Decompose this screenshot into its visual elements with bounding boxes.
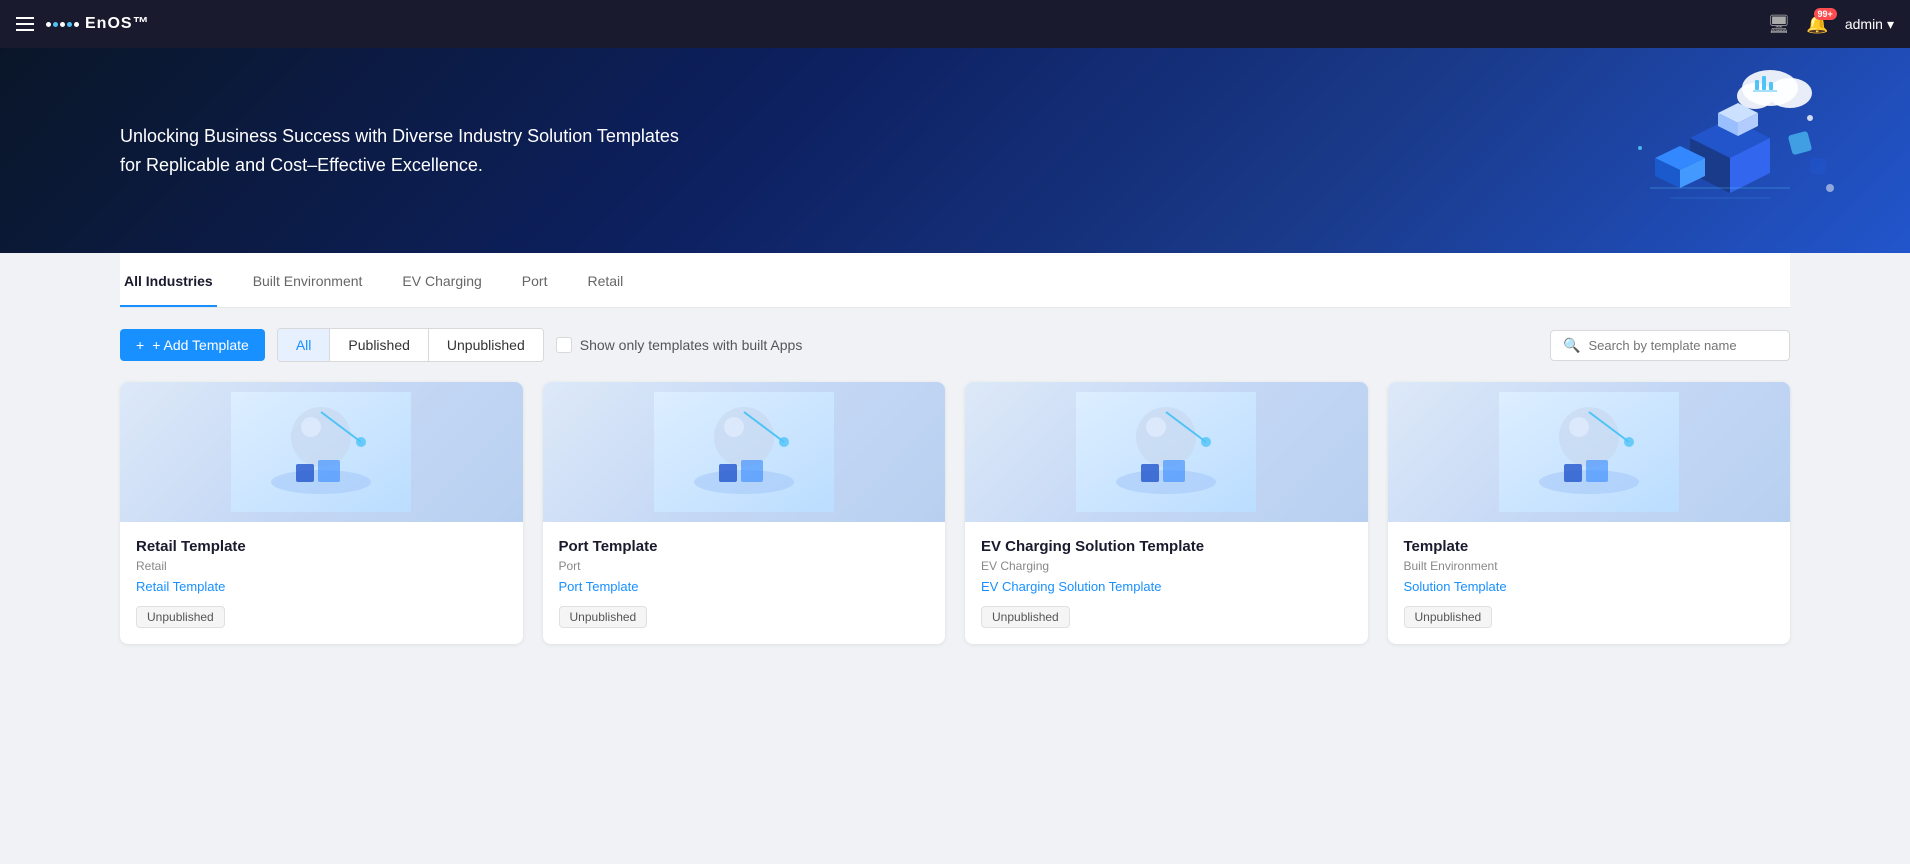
hero-graphic <box>1570 58 1850 233</box>
main-content: All Industries Built Environment EV Char… <box>0 253 1910 684</box>
card-body-port: Port Template Port Port Template Unpubli… <box>543 522 946 644</box>
card-image-port <box>543 382 946 522</box>
card-built-env-template[interactable]: Template Built Environment Solution Temp… <box>1388 382 1791 644</box>
search-icon: 🔍 <box>1563 337 1580 354</box>
card-port-template[interactable]: Port Template Port Port Template Unpubli… <box>543 382 946 644</box>
search-box: 🔍 <box>1550 330 1790 361</box>
logo-dots <box>46 22 79 27</box>
card-subtitle-ev: EV Charging Solution Template <box>981 579 1352 594</box>
tab-ev-charging[interactable]: EV Charging <box>398 257 485 307</box>
card-subtitle-built-env: Solution Template <box>1404 579 1775 594</box>
card-badge-built-env: Unpublished <box>1404 606 1493 628</box>
card-title-retail: Retail Template <box>136 538 507 555</box>
card-image-ev <box>965 382 1368 522</box>
logo-dot-5 <box>74 22 79 27</box>
tab-built-environment[interactable]: Built Environment <box>249 257 367 307</box>
card-ev-charging-template[interactable]: EV Charging Solution Template EV Chargin… <box>965 382 1368 644</box>
card-illustration-port <box>654 392 834 512</box>
logo-dot-4 <box>67 22 72 27</box>
chevron-down-icon: ▾ <box>1887 16 1894 33</box>
card-badge-port: Unpublished <box>559 606 648 628</box>
card-title-built-env: Template <box>1404 538 1775 555</box>
show-apps-label[interactable]: Show only templates with built Apps <box>556 337 803 353</box>
add-template-label: + Add Template <box>152 337 249 353</box>
filter-published-button[interactable]: Published <box>330 329 429 361</box>
card-subtitle-port: Port Template <box>559 579 930 594</box>
card-image-retail <box>120 382 523 522</box>
notification-badge: 99+ <box>1814 8 1837 20</box>
card-retail-template[interactable]: Retail Template Retail Retail Template U… <box>120 382 523 644</box>
topnav: EnOS™ 🖥 🔔 99+ admin ▾ <box>0 0 1910 48</box>
card-illustration-ev <box>1076 392 1256 512</box>
show-apps-checkbox[interactable] <box>556 337 572 353</box>
topnav-left: EnOS™ <box>16 15 150 33</box>
filter-toggle-group: All Published Unpublished <box>277 328 544 362</box>
logo-dot-2 <box>53 22 58 27</box>
admin-label: admin <box>1845 16 1883 32</box>
card-image-built-env <box>1388 382 1791 522</box>
tabs-bar: All Industries Built Environment EV Char… <box>120 253 1790 308</box>
logo: EnOS™ <box>46 15 150 33</box>
card-body-retail: Retail Template Retail Retail Template U… <box>120 522 523 644</box>
card-category-port: Port <box>559 559 930 573</box>
hamburger-menu[interactable] <box>16 17 34 31</box>
notification-button[interactable]: 🔔 99+ <box>1806 14 1828 35</box>
tab-port[interactable]: Port <box>518 257 552 307</box>
search-input[interactable] <box>1588 338 1777 353</box>
card-body-built-env: Template Built Environment Solution Temp… <box>1388 522 1791 644</box>
card-illustration-retail <box>231 392 411 512</box>
filter-bar: + + Add Template All Published Unpublish… <box>120 308 1790 382</box>
card-badge-ev: Unpublished <box>981 606 1070 628</box>
card-title-ev: EV Charging Solution Template <box>981 538 1352 555</box>
card-body-ev: EV Charging Solution Template EV Chargin… <box>965 522 1368 644</box>
card-illustration-built-env <box>1499 392 1679 512</box>
add-template-button[interactable]: + + Add Template <box>120 329 265 361</box>
card-subtitle-retail: Retail Template <box>136 579 507 594</box>
hero-banner: Unlocking Business Success with Diverse … <box>0 48 1910 253</box>
logo-text: EnOS™ <box>85 15 150 33</box>
card-badge-retail: Unpublished <box>136 606 225 628</box>
hero-title: Unlocking Business Success with Diverse … <box>120 122 700 180</box>
filter-all-button[interactable]: All <box>278 329 331 361</box>
monitor-icon[interactable]: 🖥 <box>1768 14 1791 35</box>
filter-unpublished-button[interactable]: Unpublished <box>429 329 543 361</box>
admin-menu[interactable]: admin ▾ <box>1845 16 1894 33</box>
plus-icon: + <box>136 337 144 353</box>
hero-text: Unlocking Business Success with Diverse … <box>120 122 700 180</box>
logo-dot-1 <box>46 22 51 27</box>
show-apps-text: Show only templates with built Apps <box>580 337 803 353</box>
logo-dot-3 <box>60 22 65 27</box>
card-category-retail: Retail <box>136 559 507 573</box>
tab-retail[interactable]: Retail <box>583 257 627 307</box>
card-title-port: Port Template <box>559 538 930 555</box>
topnav-right: 🖥 🔔 99+ admin ▾ <box>1768 14 1894 35</box>
card-category-ev: EV Charging <box>981 559 1352 573</box>
card-category-built-env: Built Environment <box>1404 559 1775 573</box>
cards-grid: Retail Template Retail Retail Template U… <box>120 382 1790 684</box>
tab-all-industries[interactable]: All Industries <box>120 257 217 307</box>
